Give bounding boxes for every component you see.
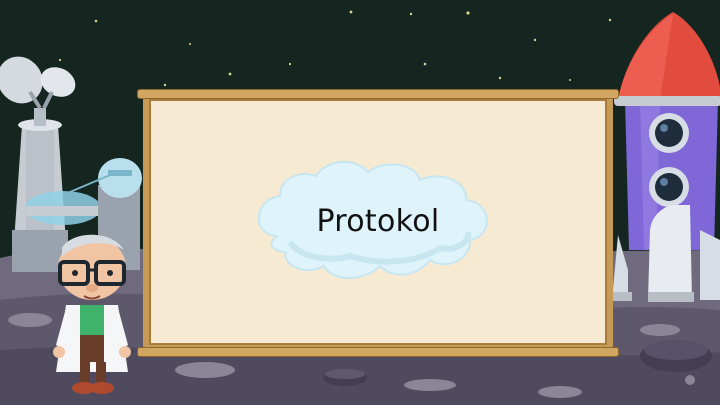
slide-scene: Protokol xyxy=(0,0,720,405)
slide-title: Protokol xyxy=(316,204,440,239)
crater-icon xyxy=(323,369,367,386)
